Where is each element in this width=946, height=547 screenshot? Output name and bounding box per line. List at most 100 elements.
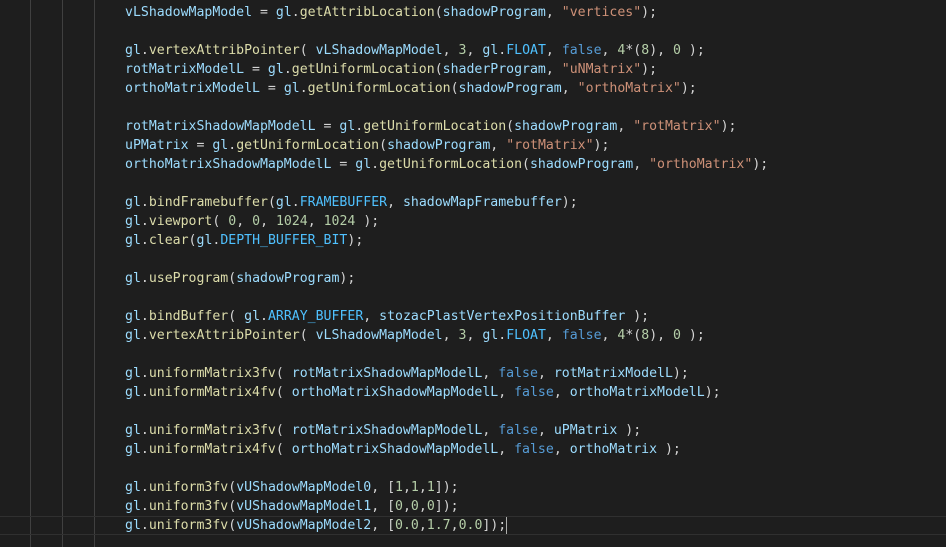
code-line[interactable]: gl.uniform3fv(vUShadowMapModel0, [1,1,1]… <box>0 478 946 497</box>
code-token: ( <box>267 195 276 210</box>
code-line[interactable]: gl.uniform3fv(vUShadowMapModel1, [0,0,0]… <box>0 497 946 516</box>
code-token: ]); <box>434 499 459 514</box>
code-token: vUShadowMapModel2 <box>236 518 372 533</box>
code-token: = <box>252 5 276 20</box>
code-token: shadowMapFramebuffer <box>402 195 562 210</box>
code-token: false <box>514 442 554 457</box>
code-token: , <box>402 499 411 514</box>
code-token: , <box>387 195 403 210</box>
code-token: . <box>299 81 308 96</box>
code-line[interactable]: rotMatrixShadowMapModelL = gl.getUniform… <box>0 117 946 136</box>
code-token: 8 <box>641 43 650 58</box>
code-token: . <box>140 366 149 381</box>
code-line[interactable]: gl.bindFramebuffer(gl.FRAMEBUFFER, shado… <box>0 193 946 212</box>
code-token: , [ <box>371 480 396 495</box>
code-token: vLShadowMapModel <box>315 43 443 58</box>
code-line[interactable] <box>0 459 946 478</box>
code-line[interactable] <box>0 288 946 307</box>
code-token: = <box>244 62 268 77</box>
code-token: viewport <box>148 214 213 229</box>
code-line[interactable]: uPMatrix = gl.getUniformLocation(shadowP… <box>0 136 946 155</box>
code-token: uniformMatrix4fv <box>148 385 276 400</box>
code-token: = <box>315 119 340 134</box>
code-token: ARRAY_BUFFER <box>267 309 364 324</box>
code-token: ); <box>752 157 769 172</box>
code-line[interactable]: gl.bindBuffer( gl.ARRAY_BUFFER, stozacPl… <box>0 307 946 326</box>
code-token: ( <box>434 5 443 20</box>
code-token: , [ <box>371 499 396 514</box>
code-token: gl <box>125 442 141 457</box>
code-token: ( <box>275 423 292 438</box>
code-token: 0.0 <box>395 518 419 533</box>
code-line[interactable]: gl.viewport( 0, 0, 1024, 1024 ); <box>0 212 946 231</box>
code-line[interactable]: gl.uniformMatrix3fv( rotMatrixShadowMapM… <box>0 364 946 383</box>
code-token: vUShadowMapModel1 <box>236 499 372 514</box>
code-token: ); <box>625 309 650 324</box>
code-token: ), <box>649 328 674 343</box>
code-token: , <box>537 423 554 438</box>
code-token: FLOAT <box>506 43 546 58</box>
code-token: FLOAT <box>506 328 546 343</box>
code-line[interactable] <box>0 174 946 193</box>
code-line[interactable]: orthoMatrixModelL = gl.getUniformLocatio… <box>0 79 946 98</box>
code-token: gl <box>125 214 141 229</box>
code-line[interactable] <box>0 345 946 364</box>
code-line[interactable]: gl.vertexAttribPointer( vLShadowMapModel… <box>0 326 946 345</box>
code-token: ( <box>275 366 292 381</box>
code-line[interactable] <box>0 98 946 117</box>
code-token: . <box>140 442 149 457</box>
code-line[interactable]: gl.uniform3fv(vUShadowMapModel2, [0.0,1.… <box>0 516 946 535</box>
code-line[interactable]: gl.uniformMatrix3fv( rotMatrixShadowMapM… <box>0 421 946 440</box>
code-editor[interactable]: vLShadowMapModel = gl.getAttribLocation(… <box>0 0 946 547</box>
code-token: gl <box>125 233 141 248</box>
code-token: . <box>140 499 149 514</box>
code-token: getUniformLocation <box>236 138 380 153</box>
code-token: gl <box>125 518 141 533</box>
code-token: , [ <box>371 518 396 533</box>
code-line[interactable]: gl.clear(gl.DEPTH_BUFFER_BIT); <box>0 231 946 250</box>
code-line[interactable]: gl.uniformMatrix4fv( orthoMatrixShadowMa… <box>0 383 946 402</box>
code-token: shadowProgram <box>236 271 340 286</box>
code-token: . <box>228 138 237 153</box>
code-token: gl <box>355 157 372 172</box>
code-token: rotMatrixShadowMapModelL <box>125 119 316 134</box>
code-token: , <box>545 5 562 20</box>
code-token: . <box>140 518 149 533</box>
code-line[interactable]: rotMatrixModelL = gl.getUniformLocation(… <box>0 60 946 79</box>
code-lines[interactable]: vLShadowMapModel = gl.getAttribLocation(… <box>0 3 946 535</box>
code-token: , <box>498 442 515 457</box>
code-line[interactable]: vLShadowMapModel = gl.getAttribLocation(… <box>0 3 946 22</box>
code-token: 0 <box>395 499 403 514</box>
code-token: . <box>260 309 268 324</box>
code-token: , <box>442 328 459 343</box>
code-token: bindBuffer <box>148 309 229 324</box>
code-token: gl <box>482 328 499 343</box>
code-token: 1024 <box>275 214 308 229</box>
code-line[interactable] <box>0 22 946 41</box>
code-token: gl <box>125 43 141 58</box>
code-line[interactable]: gl.useProgram(shadowProgram); <box>0 269 946 288</box>
code-token: "rotMatrix" <box>633 119 721 134</box>
code-token: 1024 <box>323 214 356 229</box>
code-token: ); <box>680 81 697 96</box>
code-token: getUniformLocation <box>363 119 507 134</box>
code-token: false <box>498 423 538 438</box>
code-token: gl <box>125 423 141 438</box>
code-line[interactable]: gl.vertexAttribPointer( vLShadowMapModel… <box>0 41 946 60</box>
code-token: gl <box>125 366 141 381</box>
code-token: useProgram <box>148 271 229 286</box>
code-token: shadowProgram <box>442 5 546 20</box>
code-token: , <box>260 214 276 229</box>
code-token: . <box>283 62 292 77</box>
code-line[interactable]: orthoMatrixShadowMapModelL = gl.getUnifo… <box>0 155 946 174</box>
code-token: ( <box>434 62 443 77</box>
code-token: 0.0 <box>458 518 483 533</box>
code-token: vLShadowMapModel <box>315 328 443 343</box>
code-token: ); <box>704 385 721 400</box>
code-token: 0 <box>673 43 681 58</box>
code-token: = <box>259 81 284 96</box>
code-token: , <box>466 43 483 58</box>
code-line[interactable] <box>0 402 946 421</box>
code-line[interactable] <box>0 250 946 269</box>
code-line[interactable]: gl.uniformMatrix4fv( orthoMatrixShadowMa… <box>0 440 946 459</box>
